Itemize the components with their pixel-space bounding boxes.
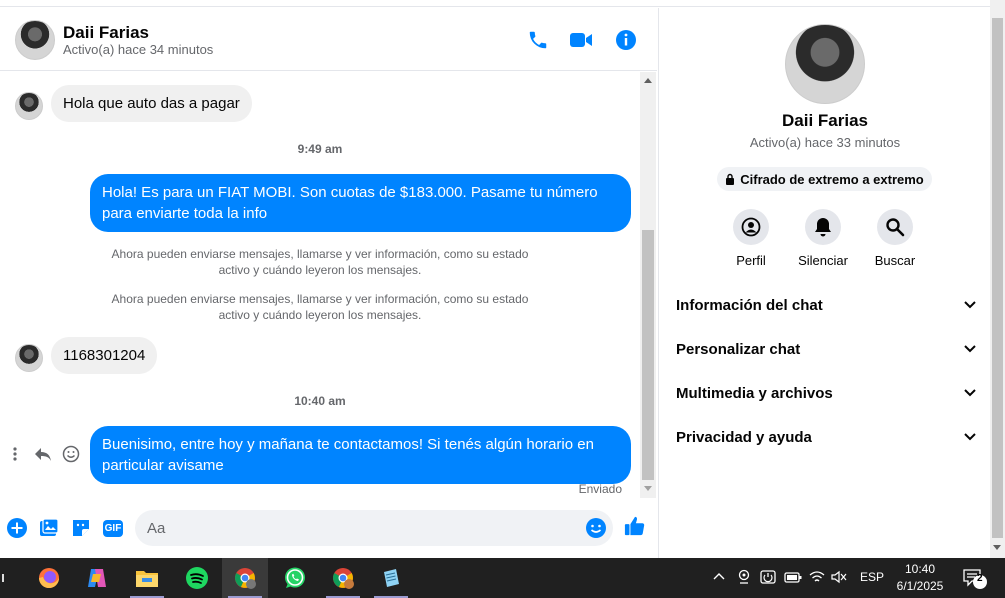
- profile-label: Perfil: [736, 253, 766, 268]
- whatsapp-icon[interactable]: [272, 558, 318, 598]
- chrome-icon[interactable]: [320, 558, 366, 598]
- contact-status: Activo(a) hace 34 minutos: [63, 42, 214, 57]
- like-thumb-icon[interactable]: [624, 515, 646, 537]
- firefox-icon[interactable]: [26, 558, 72, 598]
- react-emoji-icon[interactable]: [62, 445, 80, 463]
- profile-icon: [733, 209, 769, 245]
- message-input[interactable]: [135, 510, 613, 546]
- panel-contact-avatar[interactable]: [785, 24, 865, 104]
- profile-button[interactable]: Perfil: [716, 209, 786, 268]
- more-options-icon[interactable]: [8, 446, 22, 462]
- section-privacy-help[interactable]: Privacidad y ayuda: [676, 425, 976, 449]
- wifi-icon[interactable]: [809, 570, 825, 587]
- chevron-down-icon: [964, 433, 976, 441]
- message-incoming[interactable]: 1168301204: [51, 337, 158, 374]
- composer: GIF: [0, 500, 657, 556]
- message-timestamp: 10:40 am: [294, 394, 346, 408]
- add-icon[interactable]: [6, 517, 28, 539]
- volume-muted-icon[interactable]: [831, 570, 847, 587]
- scroll-down-icon[interactable]: [644, 486, 652, 491]
- info-icon[interactable]: [613, 27, 639, 53]
- chevron-down-icon: [964, 389, 976, 397]
- message-timestamp: 9:49 am: [297, 142, 343, 156]
- chat-info-panel: Daii Farias Activo(a) hace 33 minutos Ci…: [658, 8, 990, 558]
- clock-date: 6/1/2025: [896, 579, 944, 593]
- section-chat-info[interactable]: Información del chat: [676, 293, 976, 317]
- message-outgoing[interactable]: Hola! Es para un FIAT MOBI. Son cuotas d…: [90, 174, 631, 232]
- gif-icon[interactable]: GIF: [101, 517, 125, 539]
- video-call-icon[interactable]: [568, 27, 594, 53]
- message-avatar[interactable]: [15, 344, 43, 372]
- chat-header: Daii Farias Activo(a) hace 34 minutos: [0, 8, 657, 71]
- message-outgoing[interactable]: Buenisimo, entre hoy y mañana te contact…: [90, 426, 631, 484]
- encryption-label: Cifrado de extremo a extremo: [740, 171, 924, 187]
- contact-avatar[interactable]: [15, 20, 55, 60]
- section-media-files[interactable]: Multimedia y archivos: [676, 381, 976, 405]
- message-avatar[interactable]: [15, 92, 43, 120]
- scroll-up-icon[interactable]: [644, 78, 652, 83]
- notepad-icon[interactable]: [368, 558, 414, 598]
- panel-contact-name: Daii Farias: [782, 111, 868, 130]
- search-label: Buscar: [874, 253, 916, 268]
- windows-taskbar: ESP 10:40 6/1/2025 2: [0, 558, 1005, 598]
- image-icon[interactable]: [38, 517, 60, 539]
- section-label: Privacidad y ayuda: [676, 428, 812, 446]
- system-message: Ahora pueden enviarse mensajes, llamarse…: [111, 292, 529, 322]
- message-scrollbar[interactable]: [640, 72, 656, 498]
- encryption-badge[interactable]: Cifrado de extremo a extremo: [717, 167, 932, 191]
- search-button[interactable]: Buscar: [860, 209, 930, 268]
- chevron-down-icon: [964, 301, 976, 309]
- messenger-window: Daii Farias Activo(a) hace 34 minutos Ho…: [0, 0, 1005, 558]
- gif-label: GIF: [102, 519, 124, 537]
- panel-contact-status: Activo(a) hace 33 minutos: [749, 135, 901, 150]
- section-label: Personalizar chat: [676, 340, 801, 358]
- mute-label: Silenciar: [798, 253, 848, 268]
- window-scrollbar[interactable]: [990, 0, 1005, 558]
- section-label: Información del chat: [676, 296, 823, 314]
- chrome-profile-icon[interactable]: [222, 558, 268, 598]
- sticker-icon[interactable]: [70, 517, 92, 539]
- file-explorer-icon[interactable]: [124, 558, 170, 598]
- contact-name[interactable]: Daii Farias: [63, 23, 149, 43]
- chevron-down-icon: [964, 345, 976, 353]
- battery-icon[interactable]: [784, 570, 802, 587]
- power-mode-icon[interactable]: [760, 569, 776, 588]
- lock-icon: [726, 173, 735, 185]
- tray-overflow-icon[interactable]: [712, 569, 726, 586]
- phone-icon[interactable]: [525, 27, 551, 53]
- window-scroll-thumb[interactable]: [992, 18, 1003, 538]
- webcam-icon[interactable]: [737, 569, 751, 588]
- message-list[interactable]: Hola que auto das a pagar 9:49 am Hola! …: [0, 72, 640, 500]
- notifications-icon[interactable]: 2: [963, 568, 989, 593]
- system-message: Ahora pueden enviarse mensajes, llamarse…: [111, 247, 529, 277]
- copilot-icon[interactable]: [74, 558, 120, 598]
- task-view-icon[interactable]: [0, 558, 12, 598]
- top-border: [0, 0, 990, 7]
- spotify-icon[interactable]: [174, 558, 220, 598]
- message-incoming[interactable]: Hola que auto das a pagar: [51, 85, 252, 122]
- clock-time: 10:40: [904, 562, 936, 576]
- notification-count: 2: [977, 573, 983, 584]
- section-label: Multimedia y archivos: [676, 384, 833, 402]
- mute-button[interactable]: Silenciar: [788, 209, 858, 268]
- window-scroll-down-icon[interactable]: [993, 545, 1001, 550]
- section-customize-chat[interactable]: Personalizar chat: [676, 337, 976, 361]
- reply-icon[interactable]: [34, 445, 52, 463]
- scroll-thumb[interactable]: [642, 230, 654, 480]
- bell-icon: [805, 209, 841, 245]
- emoji-icon[interactable]: [585, 517, 607, 539]
- message-sent-status: Enviado: [578, 482, 622, 496]
- search-icon: [877, 209, 913, 245]
- clock[interactable]: 10:40 6/1/2025: [880, 561, 960, 595]
